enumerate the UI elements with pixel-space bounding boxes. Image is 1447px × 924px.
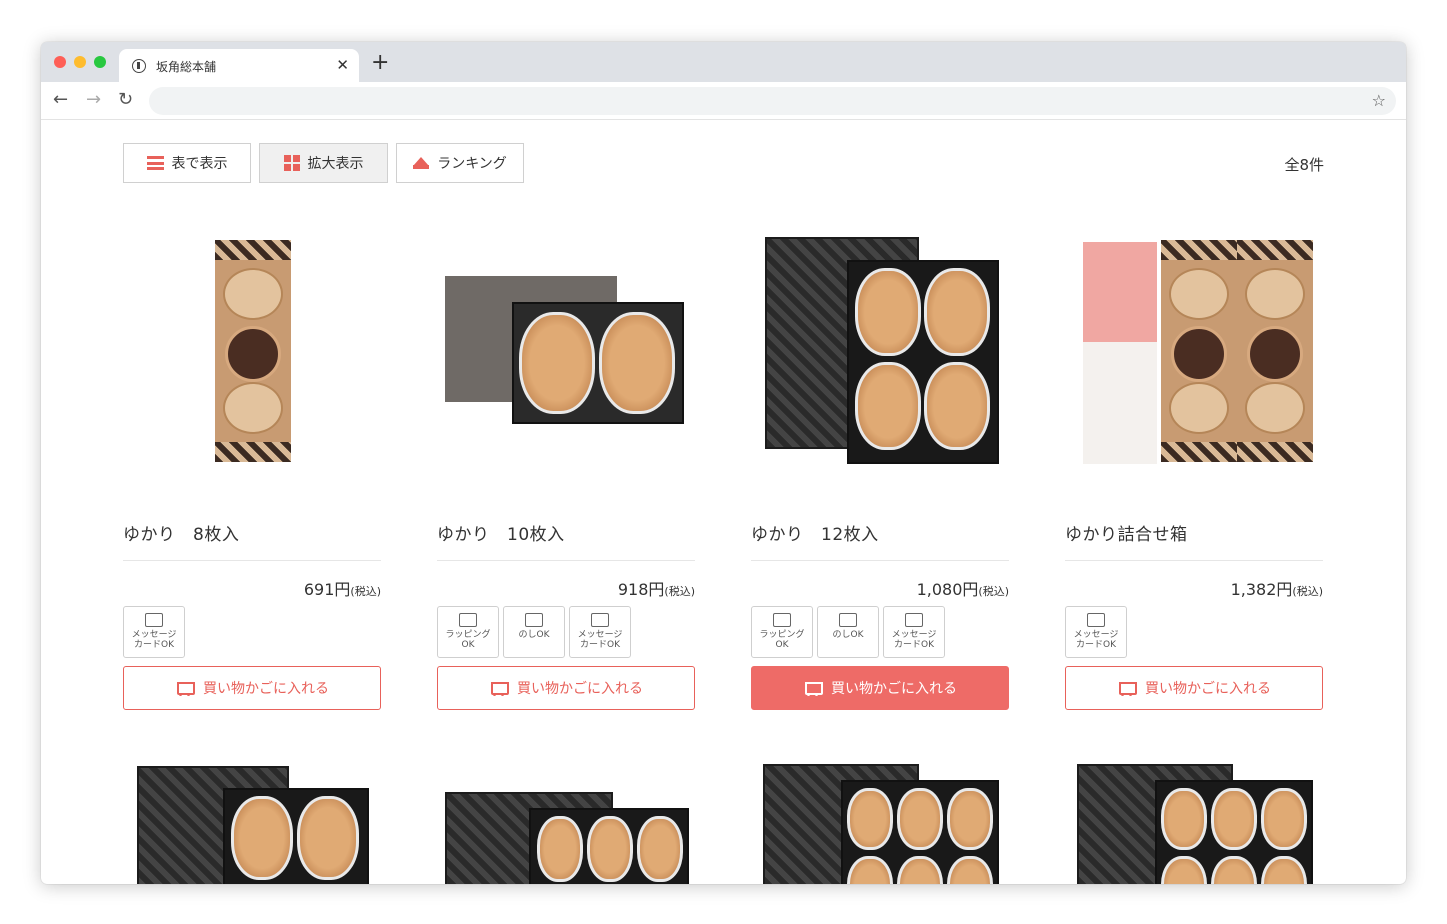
cart-icon [175,680,195,696]
tab-bar: 坂角総本舗 ✕ + [41,42,1406,82]
product-price: 1,382円(税込) [1230,580,1323,599]
product-image[interactable] [437,230,695,466]
minimize-window-button[interactable] [74,56,86,68]
message-card-badge: メッセージ カードOK [123,606,185,658]
table-view-label: 表で表示 [171,156,228,172]
large-view-label: 拡大表示 [307,156,364,172]
product-price: 1,080円(税込) [916,580,1009,599]
site-favicon-icon [132,59,146,73]
crown-icon [413,157,430,169]
add-to-cart-button[interactable]: 買い物かごに入れる [123,666,381,710]
new-tab-icon[interactable]: + [371,51,389,75]
product-price: 918円(税込) [617,580,695,599]
service-badges: メッセージ カードOK [1065,606,1127,658]
product-price: 691円(税込) [303,580,381,599]
product-card: ゆかり詰合せ箱 1,382円(税込) メッセージ カードOK 買い物かごに入れる [1065,230,1323,710]
message-card-icon [905,613,923,627]
browser-tab[interactable]: 坂角総本舗 ✕ [119,49,359,82]
product-image[interactable] [445,752,703,884]
gift-wrap-badge: ラッピング OK [437,606,499,658]
product-image[interactable] [763,752,1021,884]
gift-wrap-badge: ラッピング OK [751,606,813,658]
noshi-badge: のしOK [503,606,565,658]
message-card-icon [1087,613,1105,627]
message-card-badge: メッセージ カードOK [569,606,631,658]
reload-icon[interactable]: ↻ [118,89,133,111]
maximize-window-button[interactable] [94,56,106,68]
address-bar[interactable]: ☆ [149,87,1396,115]
page-content: 表で表示 拡大表示 ランキング 全8件 ゆかり 8枚入 691円(税込) メッセ… [41,120,1406,884]
browser-window: 坂角総本舗 ✕ + ← → ↻ ☆ 表で表示 拡大表示 ランキング 全8件 ゆか… [41,42,1406,884]
product-name[interactable]: ゆかり 12枚入 [751,520,879,545]
gift-wrap-icon [459,613,477,627]
product-name[interactable]: ゆかり 8枚入 [123,520,239,545]
cart-icon [489,680,509,696]
large-view-button[interactable]: 拡大表示 [259,143,388,183]
product-card: ゆかり 12枚入 1,080円(税込) ラッピング OK のしOK メッセージ カー… [751,230,1009,710]
browser-toolbar: ← → ↻ ☆ [41,82,1406,120]
message-card-badge: メッセージ カードOK [883,606,945,658]
close-window-button[interactable] [54,56,66,68]
back-arrow-icon[interactable]: ← [53,89,68,111]
noshi-icon [839,613,857,627]
product-card: ゆかり 10枚入 918円(税込) ラッピング OK のしOK メッセージ カードO… [437,230,695,710]
product-image[interactable] [1077,752,1335,884]
service-badges: ラッピング OK のしOK メッセージ カードOK [751,606,945,658]
divider [123,560,381,561]
product-image[interactable] [123,230,381,466]
add-to-cart-button[interactable]: 買い物かごに入れる [437,666,695,710]
divider [751,560,1009,561]
service-badges: ラッピング OK のしOK メッセージ カードOK [437,606,631,658]
message-card-badge: メッセージ カードOK [1065,606,1127,658]
cart-icon [1117,680,1137,696]
product-image[interactable] [1065,230,1323,466]
close-tab-icon[interactable]: ✕ [336,56,349,74]
message-card-icon [145,613,163,627]
result-count: 全8件 [1284,156,1324,174]
grid-icon [283,155,300,171]
message-card-icon [591,613,609,627]
product-image[interactable] [751,230,1009,466]
forward-arrow-icon[interactable]: → [86,89,101,111]
product-image[interactable] [137,752,395,884]
list-icon [146,156,164,170]
noshi-badge: のしOK [817,606,879,658]
gift-wrap-icon [773,613,791,627]
product-name[interactable]: ゆかり 10枚入 [437,520,565,545]
divider [437,560,695,561]
ranking-button[interactable]: ランキング [396,143,524,183]
divider [1065,560,1323,561]
product-name[interactable]: ゆかり詰合せ箱 [1065,520,1188,545]
noshi-icon [525,613,543,627]
add-to-cart-button[interactable]: 買い物かごに入れる [1065,666,1323,710]
bookmark-star-icon[interactable]: ☆ [1372,91,1386,110]
tab-title: 坂角総本舗 [156,60,217,74]
add-to-cart-button[interactable]: 買い物かごに入れる [751,666,1009,710]
product-card: ゆかり 8枚入 691円(税込) メッセージ カードOK 買い物かごに入れる [123,230,381,710]
cart-icon [803,680,823,696]
table-view-button[interactable]: 表で表示 [123,143,251,183]
ranking-label: ランキング [437,156,507,172]
service-badges: メッセージ カードOK [123,606,185,658]
